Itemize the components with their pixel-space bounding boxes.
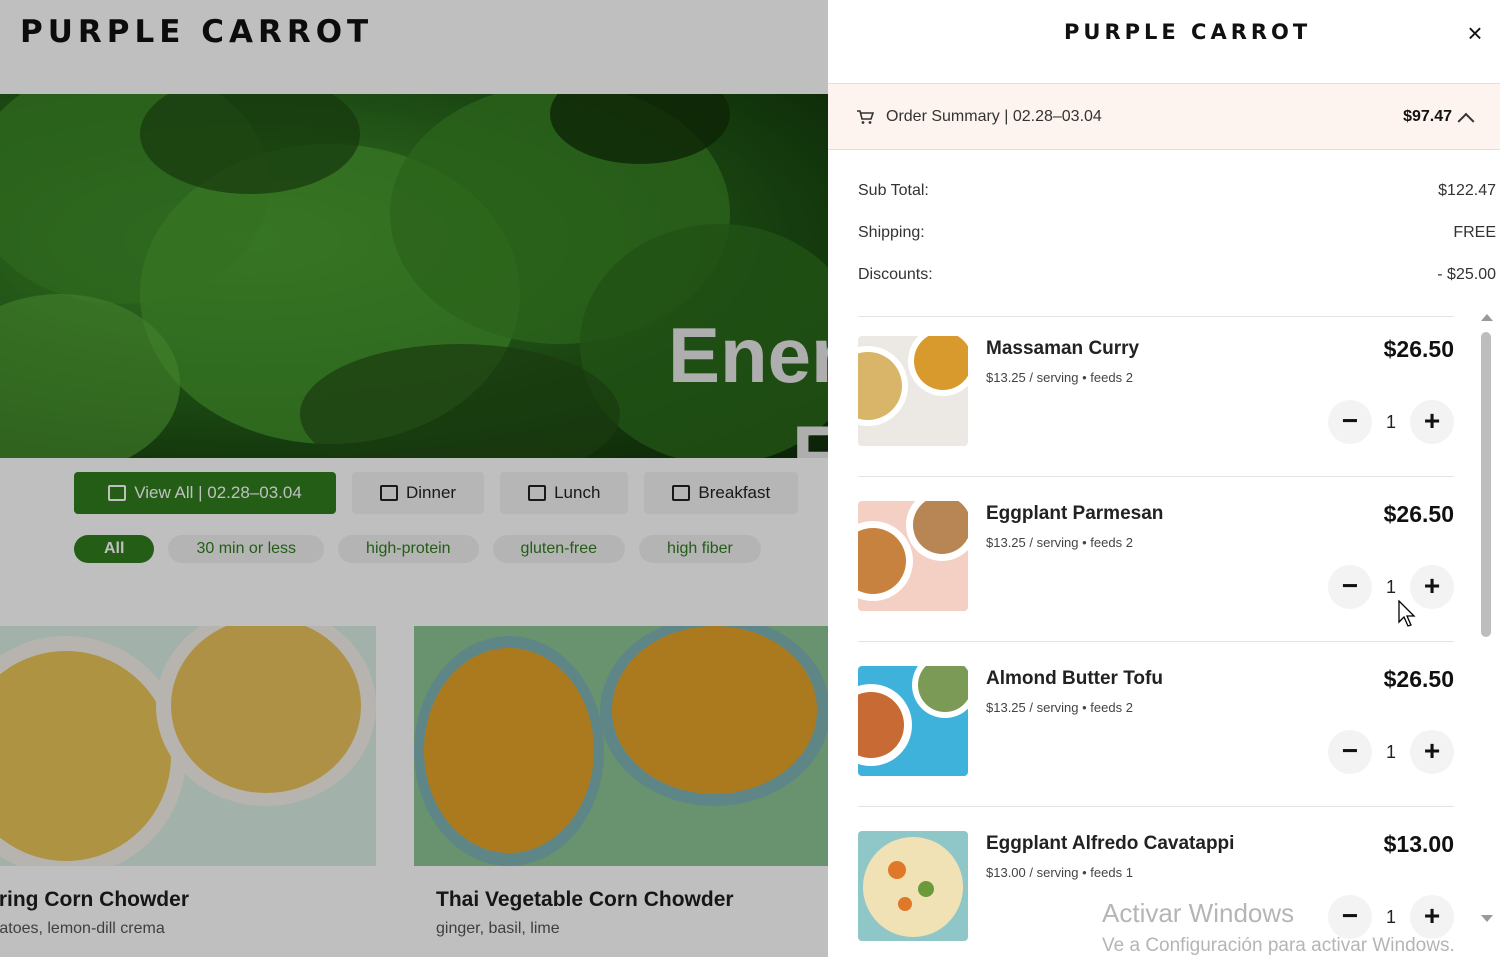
subtotal-value: $122.47	[1438, 182, 1496, 199]
item-name: Massaman Curry	[986, 338, 1140, 359]
item-quantity: 1	[1385, 411, 1396, 432]
subtotal-row: Sub Total: $122.47	[858, 182, 1496, 224]
order-summary-total: $97.47	[1403, 107, 1452, 125]
shipping-label: Shipping:	[858, 224, 925, 241]
item-price: $13.00	[1383, 831, 1454, 857]
item-price: $26.50	[1383, 666, 1454, 692]
item-image	[858, 501, 968, 611]
scroll-down-arrow-icon[interactable]	[1481, 915, 1493, 922]
item-image	[858, 831, 968, 941]
cart-item: Eggplant Parmesan $13.25 / serving • fee…	[858, 477, 1454, 642]
cart-drawer: PURPLE CARROT × Order Summary | 02.28–03…	[828, 0, 1500, 957]
item-image	[858, 336, 968, 446]
increase-quantity-button[interactable]: +	[1410, 565, 1454, 609]
decrease-quantity-button[interactable]: −	[1328, 400, 1372, 444]
discounts-value: - $25.00	[1437, 266, 1496, 283]
shipping-row: Shipping: FREE	[858, 224, 1496, 266]
decrease-quantity-button[interactable]: −	[1328, 565, 1372, 609]
drawer-logo: PURPLE CARROT	[1064, 20, 1312, 44]
quantity-stepper: − 1 +	[1328, 730, 1454, 774]
subtotal-label: Sub Total:	[858, 182, 929, 199]
items-scrollbar[interactable]	[1478, 312, 1494, 924]
cart-item: Massaman Curry $13.25 / serving • feeds …	[858, 312, 1454, 477]
order-summary-label: Order Summary | 02.28–03.04	[886, 107, 1102, 125]
item-price: $26.50	[1383, 336, 1454, 362]
mouse-cursor-icon	[1398, 599, 1416, 633]
modal-overlay[interactable]	[0, 0, 828, 957]
drawer-header: PURPLE CARROT ×	[828, 0, 1500, 84]
item-meta: $13.25 / serving • feeds 2	[986, 700, 1133, 715]
watermark-subtitle: Ve a Configuración para activar Windows.	[1102, 935, 1455, 956]
discounts-label: Discounts:	[858, 266, 933, 283]
item-meta: $13.00 / serving • feeds 1	[986, 865, 1133, 880]
order-totals: Sub Total: $122.47 Shipping: FREE Discou…	[828, 150, 1500, 308]
scrollbar-thumb[interactable]	[1481, 332, 1491, 637]
quantity-stepper: − 1 +	[1328, 565, 1454, 609]
increase-quantity-button[interactable]: +	[1410, 730, 1454, 774]
background-page: PURPLE CARROT Ener F View All | 02.28–03…	[0, 0, 828, 957]
chevron-up-icon[interactable]	[1457, 112, 1475, 130]
order-summary-toggle[interactable]: Order Summary | 02.28–03.04 $97.47	[828, 84, 1500, 150]
shipping-value: FREE	[1453, 224, 1496, 241]
close-icon[interactable]: ×	[1462, 20, 1488, 46]
quantity-stepper: − 1 +	[1328, 400, 1454, 444]
discounts-row: Discounts: - $25.00	[858, 266, 1496, 308]
item-quantity: 1	[1385, 576, 1396, 597]
item-name: Almond Butter Tofu	[986, 668, 1163, 689]
watermark-title: Activar Windows	[1102, 898, 1295, 928]
cart-icon	[856, 109, 876, 125]
item-meta: $13.25 / serving • feeds 2	[986, 370, 1133, 385]
scroll-up-arrow-icon[interactable]	[1481, 314, 1493, 321]
item-meta: $13.25 / serving • feeds 2	[986, 535, 1133, 550]
increase-quantity-button[interactable]: +	[1410, 400, 1454, 444]
item-name: Eggplant Parmesan	[986, 503, 1164, 524]
item-name: Eggplant Alfredo Cavatappi	[986, 833, 1235, 854]
item-price: $26.50	[1383, 501, 1454, 527]
item-quantity: 1	[1385, 741, 1396, 762]
cart-item: Almond Butter Tofu $13.25 / serving • fe…	[858, 642, 1454, 807]
decrease-quantity-button[interactable]: −	[1328, 730, 1372, 774]
item-image	[858, 666, 968, 776]
cart-items-list: Massaman Curry $13.25 / serving • feeds …	[858, 312, 1454, 957]
windows-activation-watermark: Activar Windows Ve a Configuración para …	[1102, 898, 1455, 957]
